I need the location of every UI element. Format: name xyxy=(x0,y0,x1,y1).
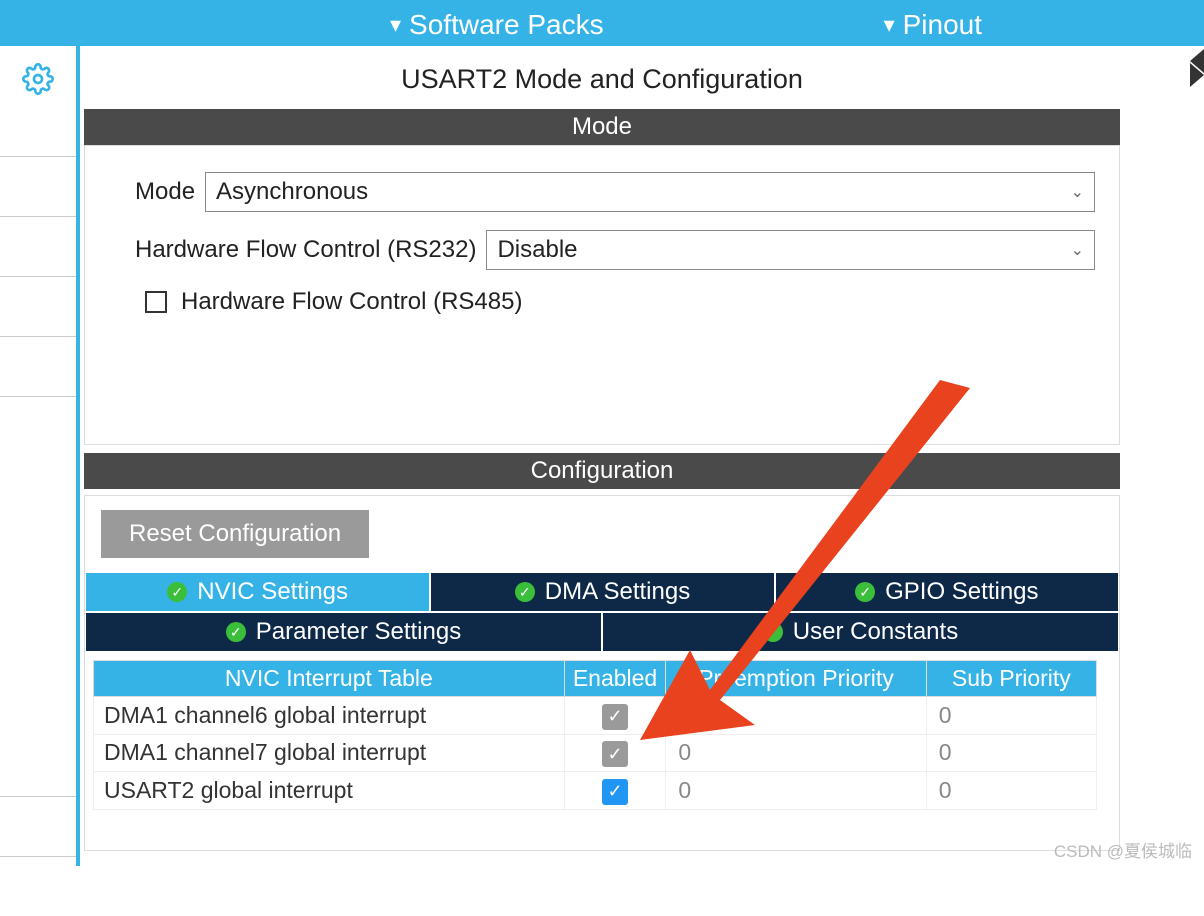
hw-rs485-checkbox[interactable] xyxy=(145,291,167,313)
enabled-checkbox: ✓ xyxy=(602,704,628,730)
col-enabled: Enabled xyxy=(564,661,666,697)
tab-gpio-settings[interactable]: ✓ GPIO Settings xyxy=(775,572,1119,612)
tab-label: DMA Settings xyxy=(545,578,690,606)
check-circle-icon: ✓ xyxy=(763,622,783,642)
interrupt-name: USART2 global interrupt xyxy=(94,772,565,810)
table-row[interactable]: DMA1 channel7 global interrupt ✓ 00 xyxy=(94,734,1097,772)
hw-rs232-select[interactable]: Disable ⌄ xyxy=(486,230,1095,270)
enabled-cell: ✓ xyxy=(564,697,666,735)
collapse-indicator[interactable] xyxy=(1190,49,1204,79)
sub-priority[interactable]: 0 xyxy=(926,734,1096,772)
side-item[interactable] xyxy=(0,796,76,856)
side-item[interactable] xyxy=(0,276,76,336)
main-panel: USART2 Mode and Configuration Mode Mode … xyxy=(84,46,1120,858)
col-preempt: Preemption Priority xyxy=(666,661,926,697)
mode-select[interactable]: Asynchronous ⌄ xyxy=(205,172,1095,212)
enabled-cell: ✓ xyxy=(564,772,666,810)
side-item[interactable] xyxy=(0,156,76,216)
check-circle-icon: ✓ xyxy=(855,582,875,602)
hw-rs232-label: Hardware Flow Control (RS232) xyxy=(135,236,476,264)
tab-label: User Constants xyxy=(793,618,958,646)
enabled-cell: ✓ xyxy=(564,734,666,772)
watermark: CSDN @夏侯城临 xyxy=(1054,837,1192,862)
col-interrupt-table: NVIC Interrupt Table xyxy=(94,661,565,697)
check-circle-icon: ✓ xyxy=(515,582,535,602)
top-bar: ▾ Software Packs ▾ Pinout xyxy=(0,0,1204,46)
preempt-priority[interactable]: 0 xyxy=(666,772,926,810)
enabled-checkbox: ✓ xyxy=(602,741,628,767)
mode-area: Mode Asynchronous ⌄ Hardware Flow Contro… xyxy=(84,145,1120,445)
mode-band: Mode xyxy=(84,109,1120,145)
tab-nvic-settings[interactable]: ✓ NVIC Settings xyxy=(85,572,430,612)
tab-dma-settings[interactable]: ✓ DMA Settings xyxy=(430,572,774,612)
triangle-right-icon xyxy=(1190,63,1204,87)
check-circle-icon: ✓ xyxy=(226,622,246,642)
chevron-down-icon: ⌄ xyxy=(1071,240,1084,260)
table-row[interactable]: DMA1 channel6 global interrupt ✓ 00 xyxy=(94,697,1097,735)
tab-label: NVIC Settings xyxy=(197,578,348,606)
software-packs-label: Software Packs xyxy=(409,9,604,41)
panel-title: USART2 Mode and Configuration xyxy=(84,46,1120,109)
table-row[interactable]: USART2 global interrupt ✓ 00 xyxy=(94,772,1097,810)
pinout-label: Pinout xyxy=(903,9,982,41)
side-item[interactable] xyxy=(0,396,76,456)
chevron-down-icon: ⌄ xyxy=(1071,182,1084,202)
pinout-dropdown[interactable]: ▾ Pinout xyxy=(884,9,982,41)
mode-label: Mode xyxy=(135,178,195,206)
side-item[interactable] xyxy=(0,856,76,916)
enabled-checkbox[interactable]: ✓ xyxy=(602,779,628,805)
tabs-row2: ✓ Parameter Settings ✓ User Constants xyxy=(85,612,1119,652)
side-item[interactable] xyxy=(0,336,76,396)
side-item[interactable] xyxy=(0,216,76,276)
tabs-row1: ✓ NVIC Settings ✓ DMA Settings ✓ GPIO Se… xyxy=(85,572,1119,612)
mode-value: Asynchronous xyxy=(216,178,368,206)
tab-label: Parameter Settings xyxy=(256,618,461,646)
nvic-table: NVIC Interrupt Table Enabled Preemption … xyxy=(93,660,1097,810)
chevron-down-icon: ▾ xyxy=(390,12,401,38)
interrupt-name: DMA1 channel6 global interrupt xyxy=(94,697,565,735)
tab-user-constants[interactable]: ✓ User Constants xyxy=(602,612,1119,652)
sub-priority[interactable]: 0 xyxy=(926,697,1096,735)
hw-rs232-value: Disable xyxy=(497,236,577,264)
config-block: Reset Configuration ✓ NVIC Settings ✓ DM… xyxy=(84,495,1120,851)
tab-parameter-settings[interactable]: ✓ Parameter Settings xyxy=(85,612,602,652)
col-sub: Sub Priority xyxy=(926,661,1096,697)
check-circle-icon: ✓ xyxy=(167,582,187,602)
tab-label: GPIO Settings xyxy=(885,578,1038,606)
preempt-priority[interactable]: 0 xyxy=(666,697,926,735)
softwarepacks-dropdown[interactable]: ▾ Software Packs xyxy=(390,9,604,41)
gear-button[interactable] xyxy=(0,46,76,116)
preempt-priority[interactable]: 0 xyxy=(666,734,926,772)
config-band: Configuration xyxy=(84,453,1120,489)
chevron-down-icon: ▾ xyxy=(884,12,895,38)
interrupt-name: DMA1 channel7 global interrupt xyxy=(94,734,565,772)
side-panel xyxy=(0,46,80,866)
sub-priority[interactable]: 0 xyxy=(926,772,1096,810)
reset-config-button[interactable]: Reset Configuration xyxy=(101,510,369,558)
gear-icon xyxy=(22,63,54,100)
hw-rs485-label: Hardware Flow Control (RS485) xyxy=(181,288,522,316)
